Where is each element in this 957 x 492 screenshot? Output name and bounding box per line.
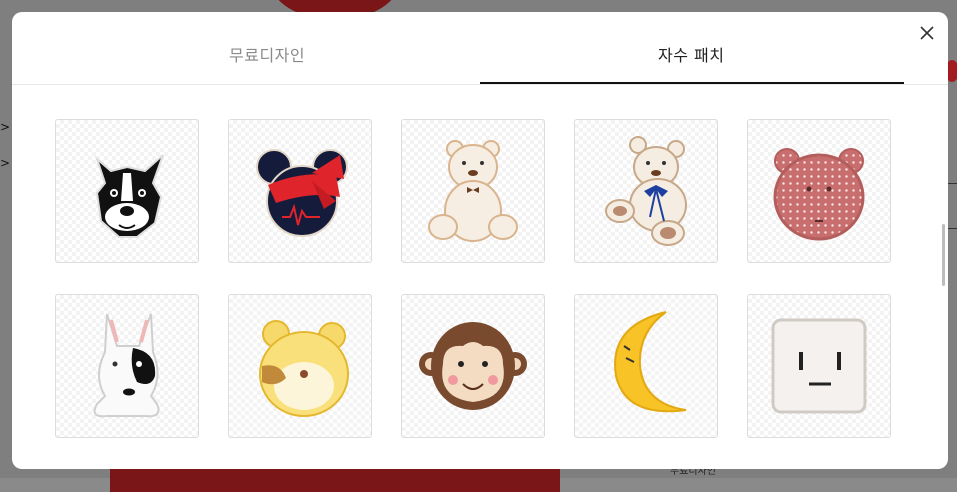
- tab-embroidery-patch[interactable]: 자수 패치: [658, 42, 724, 66]
- patch-tile[interactable]: [401, 294, 545, 438]
- active-tab-indicator: [480, 82, 904, 84]
- patch-tile[interactable]: [228, 294, 372, 438]
- close-icon: [920, 26, 934, 40]
- patch-selector-modal: 무료디자인 자수 패치: [12, 12, 948, 469]
- patch-tile[interactable]: [574, 119, 718, 263]
- boston-terrier-patch-icon: [94, 154, 164, 238]
- background-chevron-icon: >: [0, 156, 11, 170]
- square-face-patch-icon: [771, 318, 867, 414]
- bull-terrier-patch-icon: [93, 313, 160, 418]
- crescent-moon-patch-icon: [614, 311, 687, 413]
- patch-tile[interactable]: [228, 119, 372, 263]
- background-chevron-icon: >: [0, 120, 11, 134]
- yellow-bear-face-patch-icon: [259, 320, 349, 417]
- scrollbar-thumb[interactable]: [942, 224, 945, 286]
- modal-tab-bar: 무료디자인 자수 패치: [12, 12, 948, 85]
- monkey-face-patch-icon: [419, 322, 527, 410]
- mouse-ears-bow-patch-icon: [256, 149, 348, 237]
- patch-tile[interactable]: [55, 119, 199, 263]
- patch-tile[interactable]: [747, 294, 891, 438]
- patch-grid: [55, 119, 891, 438]
- polka-dot-bear-face-patch-icon: [773, 148, 865, 241]
- sitting-bear-patch-icon: [605, 136, 687, 246]
- close-button[interactable]: [918, 24, 936, 42]
- tab-free-design[interactable]: 무료디자인: [229, 42, 305, 66]
- patch-tile[interactable]: [401, 119, 545, 263]
- patch-tile[interactable]: [747, 119, 891, 263]
- teddy-bear-patch-icon: [428, 140, 518, 242]
- patch-tile[interactable]: [55, 294, 199, 438]
- patch-tile[interactable]: [574, 294, 718, 438]
